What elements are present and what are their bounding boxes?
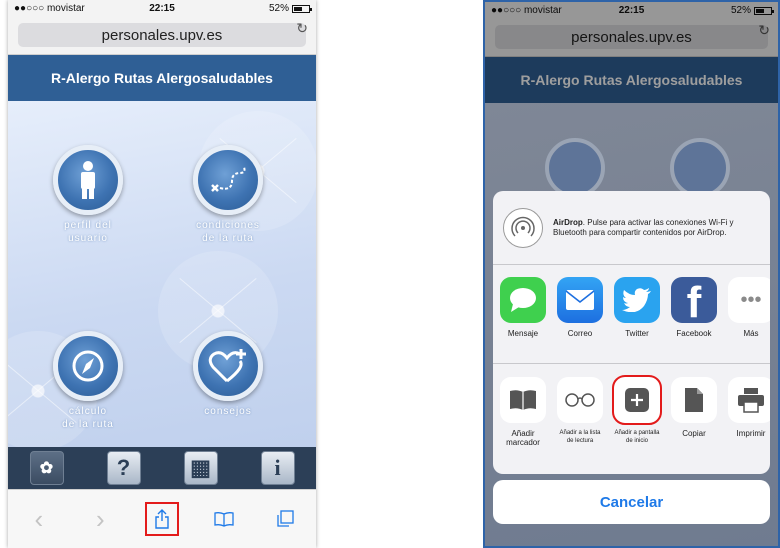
airdrop-icon <box>503 207 543 248</box>
carrier-label: ●●○○○ movistar <box>14 3 85 14</box>
copy-icon <box>671 377 717 423</box>
share-app-facebook[interactable]: f Facebook <box>670 277 718 363</box>
action-pantalla-inicio[interactable]: Añadir a pantalla de inicio <box>612 375 662 474</box>
status-bar: ●●○○○ movistar 22:15 52% <box>8 0 316 17</box>
menu-label: cálculo de la ruta <box>62 406 114 430</box>
share-icon[interactable] <box>144 502 179 536</box>
action-anadir-marcador[interactable]: Añadir marcador <box>499 377 547 474</box>
share-sheet: AirDrop. Pulse para activar las conexion… <box>493 191 770 474</box>
compass-icon <box>53 331 123 401</box>
cancel-button[interactable]: Cancelar <box>493 480 770 524</box>
url-field[interactable]: personales.upv.es <box>18 23 306 47</box>
menu-perfil-usuario[interactable]: perfil del usuario <box>48 145 128 245</box>
add-home-icon <box>612 375 662 425</box>
battery-icon <box>292 4 312 13</box>
action-copiar[interactable]: Copiar <box>670 377 718 474</box>
menu-condiciones-ruta[interactable]: condiciones de la ruta <box>188 145 268 245</box>
share-app-twitter[interactable]: Twitter <box>613 277 661 363</box>
action-label: Añadir a pantalla de inicio <box>614 430 660 444</box>
back-icon[interactable]: ‹ <box>24 504 54 534</box>
map-icon[interactable]: ▦ <box>183 451 218 485</box>
action-imprimir[interactable]: Imprimir <box>727 377 770 474</box>
app-label: Facebook <box>676 329 712 338</box>
app-label: Twitter <box>625 329 649 338</box>
share-actions-row: Añadir marcador Añadir a la lista de lec… <box>493 364 770 474</box>
action-label: Imprimir <box>736 429 766 438</box>
menu-calculo-ruta[interactable]: cálculo de la ruta <box>48 331 128 431</box>
person-icon <box>545 138 605 198</box>
airdrop-title: AirDrop <box>553 217 583 227</box>
app-label: Correo <box>567 329 593 338</box>
status-bar: ●●○○○ movistar 22:15 52% <box>485 2 778 19</box>
share-app-correo[interactable]: Correo <box>556 277 604 363</box>
share-app-mensaje[interactable]: Mensaje <box>499 277 547 363</box>
app-title: R-Alergo Rutas Alergosaludables <box>51 70 273 86</box>
facebook-icon: f <box>671 277 717 325</box>
airdrop-section[interactable]: AirDrop. Pulse para activar las conexion… <box>493 191 770 265</box>
battery-icon <box>754 6 774 15</box>
reading-list-icon <box>557 377 603 423</box>
safari-toolbar: ‹ › <box>8 489 316 548</box>
dandelion-icon[interactable]: ✿ <box>29 451 64 485</box>
menu-label: condiciones de la ruta <box>196 220 260 244</box>
battery-percent: 52% <box>730 5 751 16</box>
address-bar: personales.upv.es ↻ <box>8 17 316 55</box>
print-icon <box>728 377 770 423</box>
app-tab-bar: ✿ ? ▦ i <box>8 447 316 489</box>
share-app-mas[interactable]: ••• Más <box>727 277 770 363</box>
menu-label: perfil del usuario <box>64 220 112 244</box>
bookmarks-icon[interactable] <box>209 504 239 534</box>
heart-plus-icon <box>193 331 263 401</box>
battery-fill <box>294 6 303 11</box>
action-label: Copiar <box>682 429 706 438</box>
battery-fill <box>756 8 765 13</box>
app-title-banner: R-Alergo Rutas Alergosaludables <box>8 55 316 101</box>
battery: 52% <box>268 3 312 14</box>
more-icon: ••• <box>728 277 770 323</box>
address-bar: personales.upv.es ↻ <box>485 19 778 57</box>
app-label: Mensaje <box>507 329 539 338</box>
share-apps-row: Mensaje Correo Twitter f Facebook ••• Má… <box>493 265 770 364</box>
menu-consejos[interactable]: consejos <box>188 331 268 418</box>
battery: 52% <box>730 5 774 16</box>
action-label: Añadir marcador <box>506 429 540 447</box>
app-title: R-Alergo Rutas Alergosaludables <box>520 72 743 88</box>
person-icon <box>53 145 123 215</box>
battery-percent: 52% <box>268 3 289 14</box>
info-icon[interactable]: i <box>260 451 295 485</box>
url-field[interactable]: personales.upv.es <box>495 25 768 49</box>
reload-icon[interactable]: ↻ <box>296 20 308 37</box>
messages-icon <box>500 277 546 323</box>
app-label: Más <box>743 329 759 338</box>
menu-label: consejos <box>204 406 252 417</box>
action-lista-lectura[interactable]: Añadir a la lista de lectura <box>556 377 604 474</box>
tabs-icon[interactable] <box>270 504 300 534</box>
forward-icon[interactable]: › <box>85 504 115 534</box>
action-label: Añadir a la lista de lectura <box>559 430 601 444</box>
help-icon[interactable]: ? <box>106 451 141 485</box>
reload-icon[interactable]: ↻ <box>758 22 770 39</box>
url-text: personales.upv.es <box>101 26 223 44</box>
phone-screen-left: ●●○○○ movistar 22:15 52% personales.upv.… <box>8 0 316 548</box>
bookmark-icon <box>500 377 546 423</box>
url-text: personales.upv.es <box>571 28 692 46</box>
route-icon <box>193 145 263 215</box>
phone-screen-right: ●●○○○ movistar 22:15 52% personales.upv.… <box>483 0 780 548</box>
carrier-label: ●●○○○ movistar <box>491 5 562 16</box>
airdrop-description: AirDrop. Pulse para activar las conexion… <box>553 218 760 238</box>
route-icon <box>670 138 730 198</box>
twitter-icon <box>614 277 660 323</box>
mail-icon <box>557 277 603 323</box>
app-title-banner: R-Alergo Rutas Alergosaludables <box>485 57 778 103</box>
